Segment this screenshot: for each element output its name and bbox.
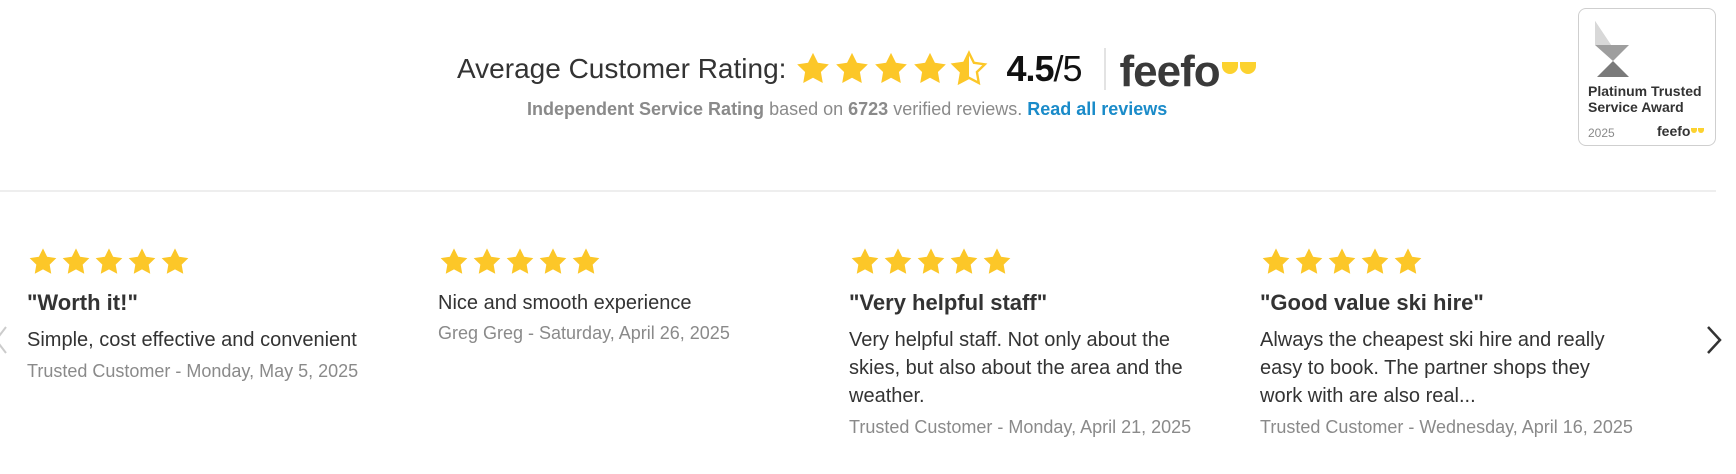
award-feefo-text: feefo bbox=[1657, 123, 1691, 139]
star-icon bbox=[1394, 248, 1422, 274]
award-trophy-icon bbox=[1595, 21, 1629, 77]
star-icon bbox=[836, 52, 869, 83]
rating-score: 4.5/5 bbox=[1006, 48, 1082, 90]
star-icon bbox=[917, 248, 945, 274]
star-icon bbox=[914, 52, 947, 83]
review-stars bbox=[849, 246, 1224, 278]
review-title: "Good value ski hire" bbox=[1260, 290, 1484, 315]
award-feefo-eyes-icon bbox=[1691, 128, 1705, 133]
review-card: "Very helpful staff" Very helpful staff.… bbox=[849, 246, 1224, 436]
star-icon bbox=[851, 248, 879, 274]
review-meta: Trusted Customer - Monday, May 5, 2025 bbox=[27, 361, 359, 381]
star-icon bbox=[161, 248, 189, 274]
review-stars bbox=[438, 246, 808, 278]
feefo-logo-text: feefo bbox=[1119, 47, 1221, 96]
review-meta: Greg Greg - Saturday, April 26, 2025 bbox=[438, 323, 730, 343]
read-all-reviews-link[interactable]: Read all reviews bbox=[1027, 99, 1167, 119]
verified-reviews-text: verified reviews. bbox=[888, 99, 1028, 119]
star-icon bbox=[1262, 248, 1290, 274]
review-body: Very helpful staff. Not only about the s… bbox=[849, 329, 1183, 407]
star-icon bbox=[951, 50, 988, 86]
rating-subline: Independent Service Rating based on 6723… bbox=[527, 99, 1167, 120]
star-icon bbox=[506, 248, 534, 274]
review-meta: Trusted Customer - Monday, April 21, 202… bbox=[849, 417, 1192, 437]
star-icon bbox=[1361, 248, 1389, 274]
star-icon bbox=[884, 248, 912, 274]
rating-summary: Average Customer Rating: 4.5/5 feefo Ind… bbox=[0, 0, 1736, 190]
divider bbox=[1103, 48, 1106, 90]
award-year: 2025 bbox=[1588, 126, 1615, 140]
chevron-right-icon[interactable] bbox=[1706, 325, 1722, 355]
award-feefo-logo: feefo bbox=[1657, 123, 1705, 139]
feefo-logo[interactable]: feefo bbox=[1120, 44, 1256, 94]
review-stars bbox=[1260, 246, 1635, 278]
award-title: Platinum Trusted Service Award bbox=[1588, 83, 1702, 115]
based-on-text: based on bbox=[764, 99, 849, 119]
review-body: Simple, cost effective and convenient bbox=[27, 329, 357, 351]
rating-score-value: 4.5 bbox=[1006, 48, 1054, 89]
review-card: Nice and smooth experience Greg Greg - S… bbox=[438, 246, 808, 342]
star-icon bbox=[797, 52, 830, 83]
star-icon bbox=[440, 248, 468, 274]
section-divider bbox=[0, 190, 1716, 192]
average-rating-label: Average Customer Rating: bbox=[457, 53, 787, 84]
star-icon bbox=[539, 248, 567, 274]
chevron-left-icon[interactable] bbox=[0, 325, 8, 355]
star-icon bbox=[29, 248, 57, 274]
independent-rating-text: Independent Service Rating bbox=[527, 99, 765, 119]
rating-score-max: /5 bbox=[1053, 48, 1082, 89]
review-title: "Worth it!" bbox=[27, 290, 138, 315]
average-rating-row: Average Customer Rating: 4.5/5 feefo bbox=[457, 44, 1256, 94]
review-body: Nice and smooth experience bbox=[438, 292, 692, 314]
star-icon bbox=[128, 248, 156, 274]
star-icon bbox=[875, 52, 908, 83]
review-card: "Good value ski hire" Always the cheapes… bbox=[1260, 246, 1635, 436]
review-card: "Worth it!" Simple, cost effective and c… bbox=[27, 246, 397, 380]
star-icon bbox=[473, 248, 501, 274]
star-icon bbox=[572, 248, 600, 274]
average-rating-stars bbox=[794, 50, 988, 88]
feefo-eyes-icon bbox=[1221, 62, 1256, 74]
star-icon bbox=[62, 248, 90, 274]
star-icon bbox=[95, 248, 123, 274]
review-title: "Very helpful staff" bbox=[849, 290, 1048, 315]
review-body: Always the cheapest ski hire and really … bbox=[1260, 329, 1605, 407]
platinum-award-badge[interactable]: Platinum Trusted Service Award 2025 feef… bbox=[1578, 8, 1716, 146]
review-count: 6723 bbox=[848, 99, 889, 119]
review-meta: Trusted Customer - Wednesday, April 16, … bbox=[1260, 417, 1633, 437]
review-stars bbox=[27, 246, 397, 278]
star-icon bbox=[950, 248, 978, 274]
star-icon bbox=[983, 248, 1011, 274]
star-icon bbox=[1328, 248, 1356, 274]
star-icon bbox=[1295, 248, 1323, 274]
